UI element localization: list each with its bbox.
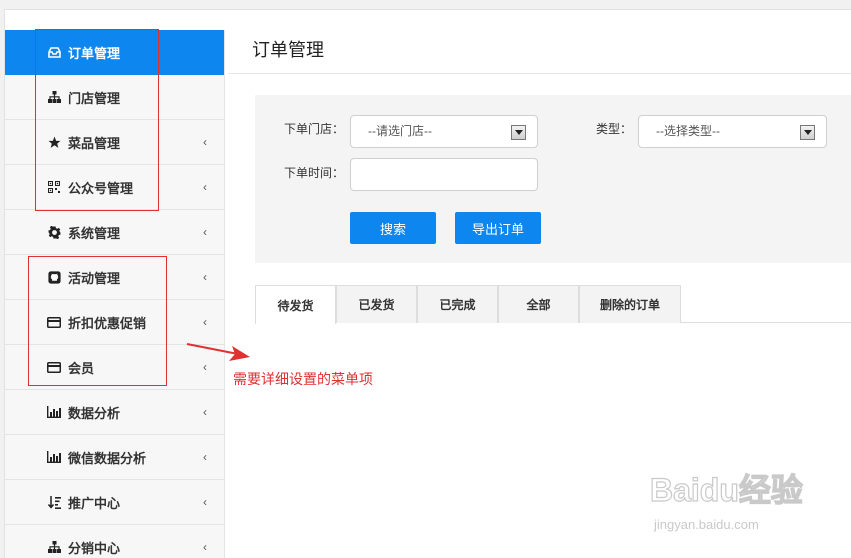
chevron-left-icon: ‹ [203,225,207,239]
sidebar-item-label: 系统管理 [68,225,121,241]
sort-icon [46,480,62,524]
store-select-value: --请选门店-- [368,124,432,138]
annotation-box [28,256,167,386]
annotation-box [35,29,159,211]
baidu-watermark: Baidu经验 jingyan.baidu.com [649,465,810,550]
tab-all[interactable]: 全部 [498,285,579,323]
chevron-left-icon: ‹ [203,135,207,149]
chevron-left-icon: ‹ [203,180,207,194]
sitemap-icon [46,525,62,558]
chevron-left-icon: ‹ [203,540,207,554]
sidebar-item-system[interactable]: 系统管理 ‹ [5,210,224,255]
order-tabs: 待发货 已发货 已完成 全部 删除的订单 [255,285,851,324]
tab-deleted-orders[interactable]: 删除的订单 [579,285,681,323]
chevron-left-icon: ‹ [203,450,207,464]
gear-icon [46,210,62,254]
tab-pending-shipment[interactable]: 待发货 [255,285,336,324]
sidebar-item-promotion[interactable]: 推广中心 ‹ [5,480,224,525]
sidebar-item-distribution[interactable]: 分销中心 ‹ [5,525,224,558]
bar-chart-icon [46,390,62,434]
store-label: 下单门店： [284,122,345,136]
time-label: 下单时间： [284,166,345,180]
divider [228,73,851,74]
annotation-text: 需要详细设置的菜单项 [233,371,373,387]
sidebar-item-label: 推广中心 [68,495,121,511]
sidebar-item-wechat-analysis[interactable]: 微信数据分析 ‹ [5,435,224,480]
chevron-left-icon: ‹ [203,270,207,284]
page-title: 订单管理 [252,40,324,60]
tab-completed[interactable]: 已完成 [417,285,498,323]
filter-panel: 下单门店： --请选门店-- 类型： --选择类型-- 下单时间： 搜索 导出订… [255,95,851,263]
chevron-left-icon: ‹ [203,405,207,419]
store-select[interactable]: --请选门店-- [350,115,538,148]
watermark-logo: Baidu经验 [649,471,803,508]
type-label: 类型： [596,122,633,136]
annotation-arrow-icon [186,343,250,361]
chevron-left-icon: ‹ [203,315,207,329]
dropdown-arrow-icon [800,125,815,140]
sidebar-item-label: 数据分析 [68,405,121,421]
sidebar-item-data-analysis[interactable]: 数据分析 ‹ [5,390,224,435]
order-time-input[interactable] [350,158,538,191]
sidebar-item-label: 分销中心 [68,540,121,556]
dropdown-arrow-icon [511,125,526,140]
type-select-value: --选择类型-- [656,124,720,138]
type-select[interactable]: --选择类型-- [638,115,827,148]
bar-chart-icon [46,435,62,479]
export-orders-button[interactable]: 导出订单 [455,212,541,244]
sidebar-item-label: 微信数据分析 [68,450,147,466]
watermark-url: jingyan.baidu.com [654,517,759,532]
tab-shipped[interactable]: 已发货 [336,285,417,323]
search-button[interactable]: 搜索 [350,212,436,244]
chevron-left-icon: ‹ [203,495,207,509]
